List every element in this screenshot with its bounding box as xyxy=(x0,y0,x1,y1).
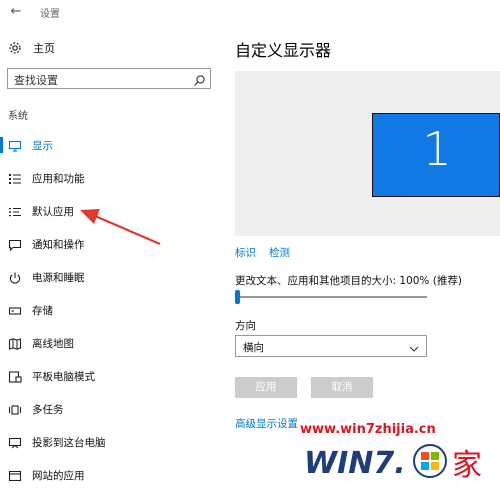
sidebar-home[interactable]: 主页 xyxy=(8,38,55,58)
monitor-number: 1 xyxy=(422,122,452,176)
sidebar-item-notifications[interactable]: 通知和操作 xyxy=(0,233,215,255)
web-apps-icon xyxy=(8,468,22,482)
multitask-icon xyxy=(8,402,22,416)
sidebar-item-power-sleep[interactable]: 电源和睡眠 xyxy=(0,266,215,288)
sidebar-item-label: 网站的应用 xyxy=(32,469,85,482)
search-icon[interactable] xyxy=(193,72,206,86)
watermark-url: www.win7zhijia.cn xyxy=(300,422,436,437)
sidebar-item-tablet-mode[interactable]: 平板电脑模式 xyxy=(0,365,215,387)
sidebar-item-label: 默认应用 xyxy=(32,205,74,218)
sidebar-item-label: 离线地图 xyxy=(32,337,74,350)
watermark-logo: WIN7. 家 xyxy=(304,444,482,483)
apply-button[interactable]: 应用 xyxy=(235,377,297,398)
identify-link[interactable]: 标识 xyxy=(235,245,256,260)
sidebar-item-label: 平板电脑模式 xyxy=(32,370,95,383)
monitor-tile[interactable]: 1 xyxy=(372,113,500,197)
sidebar-item-default-apps[interactable]: 默认应用 xyxy=(0,200,215,222)
project-icon xyxy=(8,435,22,449)
scale-slider-track[interactable] xyxy=(235,296,427,298)
scale-slider-thumb[interactable] xyxy=(235,290,240,304)
monitor-icon xyxy=(8,138,22,152)
sidebar-item-label: 存储 xyxy=(32,304,53,317)
sidebar-item-multitasking[interactable]: 多任务 xyxy=(0,398,215,420)
sidebar-item-label: 投影到这台电脑 xyxy=(32,436,106,449)
map-icon xyxy=(8,336,22,350)
sidebar-item-apps-features[interactable]: 应用和功能 xyxy=(0,167,215,189)
sidebar-item-label: 通知和操作 xyxy=(32,238,85,251)
list-icon xyxy=(8,171,22,185)
window-title: 设置 xyxy=(40,9,60,20)
sidebar-home-label: 主页 xyxy=(33,42,55,55)
page-title: 自定义显示器 xyxy=(235,41,332,60)
search-placeholder: 查找设置 xyxy=(14,74,58,87)
sidebar-item-display[interactable]: 显示 xyxy=(0,134,215,156)
chevron-down-icon xyxy=(408,340,420,352)
watermark-logo-char: 家 xyxy=(452,448,482,483)
sidebar-item-storage[interactable]: 存储 xyxy=(0,299,215,321)
title-bar: ← 设置 xyxy=(0,0,500,24)
search-input[interactable]: 查找设置 xyxy=(7,68,211,89)
sidebar-item-label: 电源和睡眠 xyxy=(32,271,85,284)
sidebar-item-offline-maps[interactable]: 离线地图 xyxy=(0,332,215,354)
cancel-button[interactable]: 取消 xyxy=(311,377,373,398)
tablet-icon xyxy=(8,369,22,383)
section-label-system: 系统 xyxy=(8,111,28,122)
sidebar-item-label: 多任务 xyxy=(32,403,64,416)
message-icon xyxy=(8,237,22,252)
orientation-label: 方向 xyxy=(235,320,256,332)
sidebar-item-label: 显示 xyxy=(32,139,53,152)
orientation-value: 横向 xyxy=(243,342,264,354)
advanced-display-settings-link[interactable]: 高级显示设置 xyxy=(235,416,298,431)
orientation-dropdown[interactable]: 横向 xyxy=(235,335,427,357)
power-icon xyxy=(8,270,22,284)
gear-icon xyxy=(8,41,22,55)
storage-icon xyxy=(8,303,22,317)
watermark-logo-text: WIN7. xyxy=(304,446,406,481)
sidebar-item-label: 应用和功能 xyxy=(32,172,85,185)
sidebar-item-apps-for-websites[interactable]: 网站的应用 xyxy=(0,464,215,486)
detect-link[interactable]: 检测 xyxy=(269,245,290,260)
sidebar-item-project-to-pc[interactable]: 投影到这台电脑 xyxy=(0,431,215,453)
scale-label: 更改文本、应用和其他项目的大小: 100% (推荐) xyxy=(235,275,462,287)
back-arrow-icon[interactable]: ← xyxy=(8,4,24,20)
default-apps-icon xyxy=(8,204,22,218)
